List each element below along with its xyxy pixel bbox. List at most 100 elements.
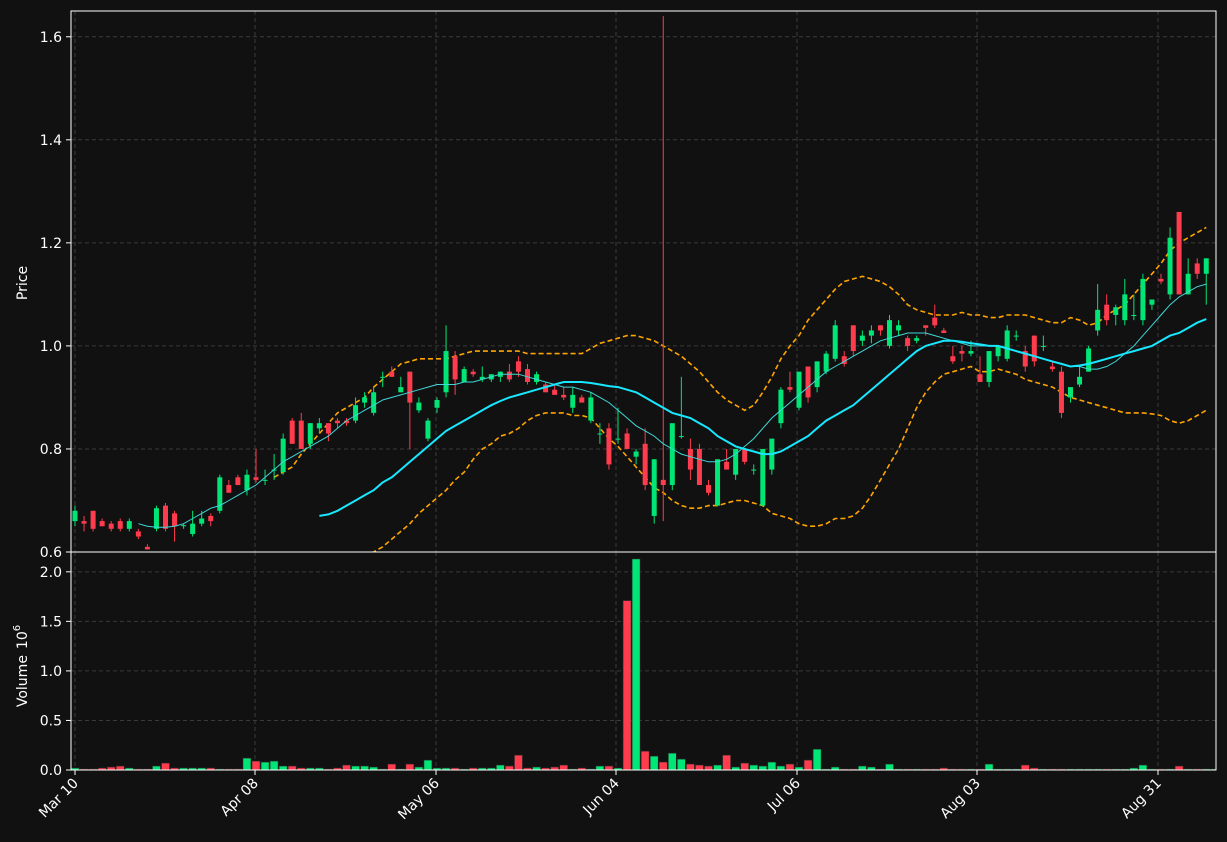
candle-body [959, 351, 965, 354]
price-panel: 0.6 0.8 1.0 1.2 1.4 1.6 [40, 10, 1217, 561]
candle-body [506, 371, 512, 380]
candle-body [606, 428, 612, 465]
price-y-tick-label: 1.0 [40, 339, 62, 355]
volume-bar-down [1020, 764, 1030, 770]
x-tick-label: Apr 08 [218, 776, 262, 820]
candle-body [380, 376, 386, 378]
volume-axis-label-name: Volume [15, 655, 31, 707]
volume-bar-down [387, 763, 397, 770]
x-tick-label: Jul 06 [764, 775, 804, 815]
candle-body [253, 477, 259, 480]
volume-bar-up [776, 765, 786, 770]
candle-body [99, 521, 105, 527]
volume-y-tick-label: 0.5 [40, 713, 62, 729]
candle-body [126, 521, 132, 529]
volume-bar-down [505, 765, 514, 770]
candle-body [932, 317, 938, 326]
candle-up [715, 459, 721, 506]
candle-up [1167, 227, 1173, 300]
volume-bar-down [722, 754, 731, 770]
volume-bar-down [1174, 765, 1184, 770]
candle-body [262, 479, 268, 481]
candle-body [1149, 299, 1155, 305]
volume-bar-up [631, 558, 641, 770]
candle-down [90, 510, 96, 532]
volume-bar-down [695, 764, 704, 770]
candle-body [144, 546, 150, 550]
volume-plot-area [71, 552, 1216, 770]
candle-body [1158, 278, 1164, 282]
volume-bar-down [342, 764, 351, 770]
candle-body [914, 338, 920, 341]
x-tick-label: Mar 10 [36, 776, 82, 822]
x-tick-label: Jun 04 [580, 775, 623, 818]
volume-bar-up [1220, 768, 1227, 770]
candle-body [1095, 309, 1101, 331]
volume-bar-down [161, 762, 170, 770]
volume-bar-up [278, 765, 288, 770]
candle-body [742, 448, 748, 462]
candle-body [298, 420, 304, 449]
candle-body [787, 387, 793, 390]
volume-bar-down [704, 765, 713, 770]
candle-body [588, 397, 594, 421]
volume-bar-up [269, 760, 279, 770]
candle-body [579, 397, 585, 403]
volume-y-tick-label: 1.0 [40, 664, 62, 680]
volume-bar-up [496, 764, 505, 770]
candle-body [715, 459, 721, 506]
volume-y-tick-label: 0.0 [40, 763, 62, 779]
candle-body [923, 325, 929, 328]
candle-body [660, 479, 666, 486]
candle-body [552, 389, 558, 395]
candle-body [334, 420, 340, 424]
volume-y-tick-label: 2.0 [40, 565, 62, 581]
volume-bar-down [640, 750, 650, 770]
candle-body [289, 420, 295, 444]
volume-bar-down [115, 765, 125, 770]
candle-body [244, 474, 250, 491]
candle-body [796, 371, 802, 408]
candle-body [1113, 307, 1119, 315]
price-y-tick-label: 1.6 [40, 30, 62, 46]
candle-body [1131, 314, 1137, 316]
candle-body [696, 448, 702, 486]
candle-down [606, 423, 612, 470]
candlestick-volume-chart: 0.6 0.8 1.0 1.2 1.4 1.6 0.0 0.5 1.0 1.5 2.0 Mar 1… [12, 10, 1227, 823]
candle-up [1140, 273, 1146, 326]
candle-body [1167, 237, 1173, 295]
candle-body [986, 351, 992, 382]
candle-body [280, 438, 286, 473]
candle-body [850, 325, 856, 352]
price-y-tick-label: 1.4 [40, 133, 62, 149]
candle-body [235, 477, 241, 486]
candle-up [760, 448, 766, 506]
candle-body [687, 448, 693, 470]
candle-down [1058, 366, 1064, 419]
candle-up [796, 371, 802, 411]
candle-down [805, 366, 811, 403]
x-tick-label: Aug 31 [1118, 776, 1164, 822]
candle-body [823, 353, 829, 372]
candle-body [172, 513, 178, 527]
volume-bar-up [767, 761, 777, 770]
x-axis: Mar 10 Apr 08 May 06 Jun 04 Jul 06 Aug 03 Aug … [36, 770, 1165, 823]
candle-body [1040, 345, 1046, 347]
candle-body [1004, 330, 1010, 359]
candle-body [805, 366, 811, 398]
volume-bar-up [260, 761, 270, 770]
candle-body [868, 330, 874, 336]
candle-body [108, 523, 114, 529]
candle-body [995, 345, 1001, 357]
candle-body [896, 325, 902, 331]
volume-y-tick-label: 1.5 [40, 614, 62, 630]
volume-bar-up [152, 765, 161, 770]
candle-body [950, 356, 956, 362]
candle-body [208, 515, 214, 522]
x-tick-label: May 06 [395, 775, 443, 823]
price-axis-label: Price [15, 266, 31, 300]
candle-up [280, 433, 286, 475]
candle-body [760, 448, 766, 506]
candle-body [226, 485, 232, 493]
candle-up [669, 423, 675, 491]
